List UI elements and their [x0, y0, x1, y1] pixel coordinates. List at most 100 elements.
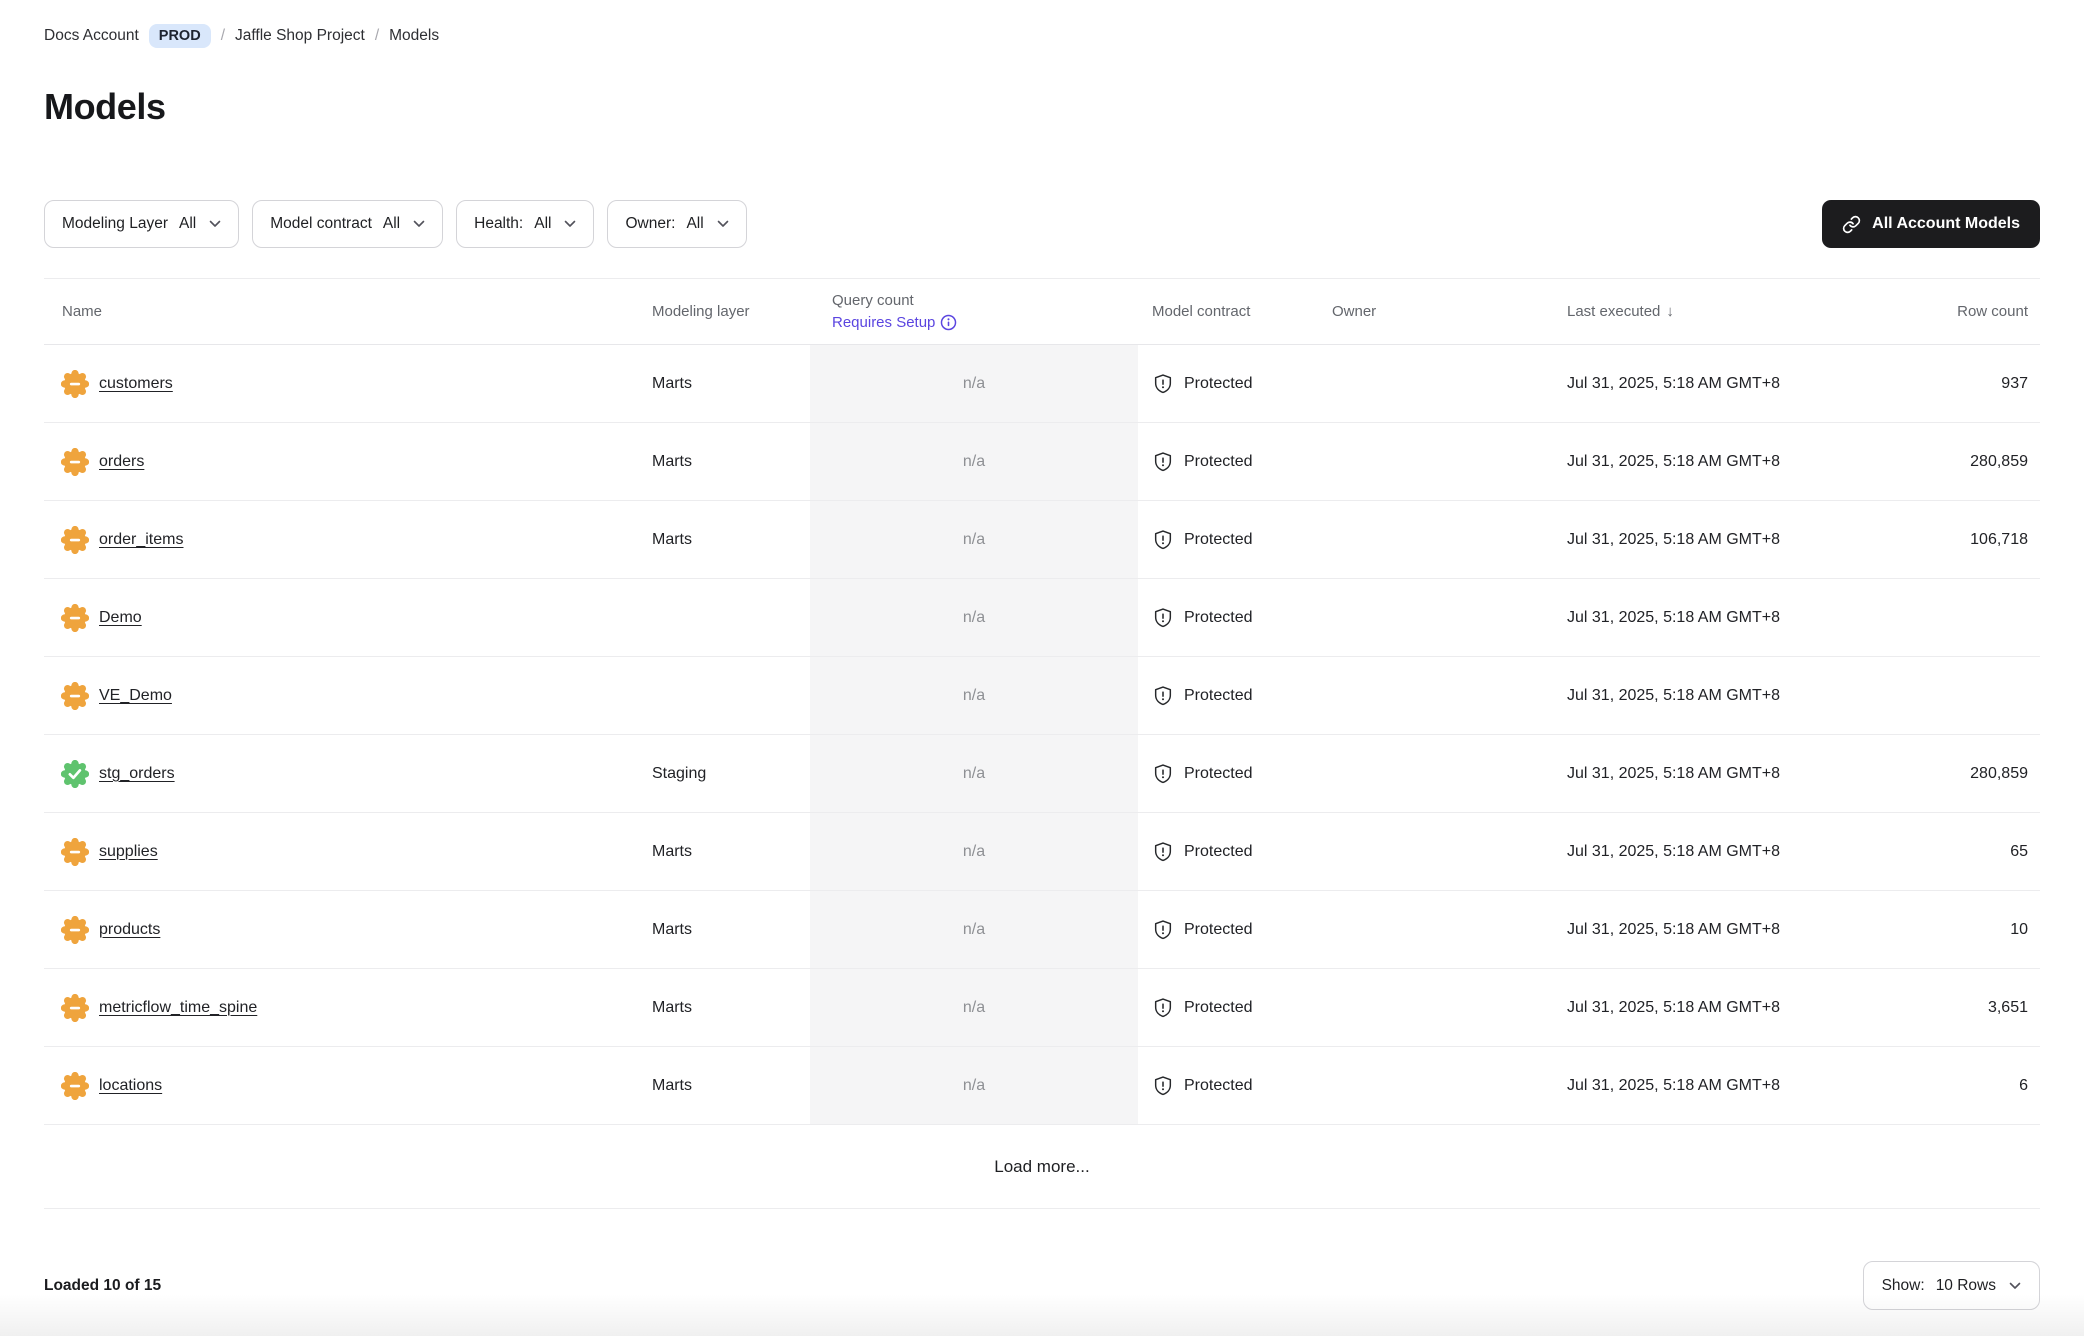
model-contract-label: Protected	[1184, 531, 1252, 549]
model-contract-cell: Protected	[1138, 451, 1318, 473]
modeling-layer-filter[interactable]: Modeling Layer All	[44, 200, 239, 248]
show-rows-value: 10 Rows	[1936, 1277, 1996, 1295]
model-contract-label: Protected	[1184, 453, 1252, 471]
modeling-layer-value: Marts	[652, 375, 810, 393]
model-name-link[interactable]: products	[99, 921, 160, 939]
column-header-model-contract[interactable]: Model contract	[1138, 303, 1318, 320]
model-contract-cell: Protected	[1138, 841, 1318, 863]
model-contract-label: Protected	[1184, 843, 1252, 861]
model-contract-label: Protected	[1184, 921, 1252, 939]
name-cell: orders	[44, 448, 652, 476]
model-contract-cell: Protected	[1138, 919, 1318, 941]
filter-bar: Modeling Layer All Model contract All He…	[44, 200, 2040, 248]
info-icon	[940, 314, 957, 331]
model-name-link[interactable]: stg_orders	[99, 765, 175, 783]
table-row: order_items Marts n/a Protected Jul 31, …	[44, 501, 2040, 579]
filter-value: All	[534, 215, 551, 233]
model-contract-cell: Protected	[1138, 997, 1318, 1019]
query-count-value: n/a	[810, 813, 1138, 890]
column-header-last-executed[interactable]: Last executed ↓	[1555, 303, 1870, 320]
model-contract-label: Protected	[1184, 1077, 1252, 1095]
query-count-value: n/a	[810, 969, 1138, 1046]
column-header-query-count: Query count Requires Setup	[810, 290, 1138, 334]
model-name-link[interactable]: locations	[99, 1077, 162, 1095]
model-contract-label: Protected	[1184, 609, 1252, 627]
last-executed-value: Jul 31, 2025, 5:18 AM GMT+8	[1555, 843, 1870, 861]
row-count-value: 280,859	[1870, 765, 2040, 783]
table-row: supplies Marts n/a Protected Jul 31, 202…	[44, 813, 2040, 891]
modeling-layer-value: Marts	[652, 1077, 810, 1095]
column-header-name[interactable]: Name	[44, 303, 652, 320]
model-contract-label: Protected	[1184, 765, 1252, 783]
filter-value: All	[383, 215, 400, 233]
shield-icon	[1152, 607, 1174, 629]
model-name-link[interactable]: order_items	[99, 531, 183, 549]
model-health-status-icon	[61, 994, 89, 1022]
model-health-status-icon	[61, 682, 89, 710]
shield-icon	[1152, 373, 1174, 395]
model-name-link[interactable]: supplies	[99, 843, 158, 861]
query-count-value: n/a	[810, 501, 1138, 578]
model-name-link[interactable]: customers	[99, 375, 173, 393]
model-name-link[interactable]: metricflow_time_spine	[99, 999, 257, 1017]
last-executed-value: Jul 31, 2025, 5:18 AM GMT+8	[1555, 687, 1870, 705]
modeling-layer-value: Marts	[652, 999, 810, 1017]
query-count-header-label: Query count	[832, 290, 1138, 312]
chevron-down-icon	[564, 220, 576, 228]
requires-setup-link[interactable]: Requires Setup	[832, 312, 957, 334]
last-executed-value: Jul 31, 2025, 5:18 AM GMT+8	[1555, 531, 1870, 549]
model-contract-cell: Protected	[1138, 607, 1318, 629]
model-contract-filter[interactable]: Model contract All	[252, 200, 443, 248]
last-executed-header-label: Last executed	[1567, 303, 1660, 320]
name-cell: Demo	[44, 604, 652, 632]
filter-value: All	[179, 215, 196, 233]
sort-descending-icon: ↓	[1666, 303, 1674, 320]
breadcrumb-account-link[interactable]: Docs Account	[44, 27, 139, 45]
all-account-models-button[interactable]: All Account Models	[1822, 200, 2040, 248]
loaded-count-text: Loaded 10 of 15	[44, 1277, 161, 1295]
breadcrumb-project-link[interactable]: Jaffle Shop Project	[235, 27, 365, 45]
last-executed-value: Jul 31, 2025, 5:18 AM GMT+8	[1555, 765, 1870, 783]
show-rows-dropdown[interactable]: Show: 10 Rows	[1863, 1261, 2040, 1310]
name-cell: products	[44, 916, 652, 944]
column-header-owner[interactable]: Owner	[1318, 303, 1555, 320]
chevron-down-icon	[413, 220, 425, 228]
load-more-button[interactable]: Load more...	[44, 1125, 2040, 1209]
name-cell: locations	[44, 1072, 652, 1100]
breadcrumb-separator: /	[375, 27, 379, 45]
chevron-down-icon	[2009, 1282, 2021, 1290]
shield-icon	[1152, 1075, 1174, 1097]
row-count-value: 280,859	[1870, 453, 2040, 471]
all-account-models-label: All Account Models	[1872, 215, 2020, 233]
chevron-down-icon	[209, 220, 221, 228]
health-filter[interactable]: Health: All	[456, 200, 594, 248]
models-table: Name Modeling layer Query count Requires…	[44, 278, 2040, 1209]
last-executed-value: Jul 31, 2025, 5:18 AM GMT+8	[1555, 453, 1870, 471]
environment-badge: PROD	[149, 24, 211, 48]
filter-value: All	[686, 215, 703, 233]
row-count-value: 10	[1870, 921, 2040, 939]
filter-label: Model contract	[270, 215, 372, 233]
model-health-status-icon	[61, 526, 89, 554]
model-name-link[interactable]: Demo	[99, 609, 142, 627]
owner-filter[interactable]: Owner: All	[607, 200, 746, 248]
model-health-status-icon	[61, 760, 89, 788]
filter-group: Modeling Layer All Model contract All He…	[44, 200, 747, 248]
model-contract-label: Protected	[1184, 375, 1252, 393]
column-header-row-count[interactable]: Row count	[1870, 303, 2040, 320]
model-contract-label: Protected	[1184, 687, 1252, 705]
column-header-modeling-layer[interactable]: Modeling layer	[652, 303, 810, 320]
last-executed-value: Jul 31, 2025, 5:18 AM GMT+8	[1555, 1077, 1870, 1095]
model-health-status-icon	[61, 916, 89, 944]
model-name-link[interactable]: orders	[99, 453, 144, 471]
filter-label: Owner:	[625, 215, 675, 233]
requires-setup-label: Requires Setup	[832, 312, 935, 334]
query-count-value: n/a	[810, 423, 1138, 500]
breadcrumb-current: Models	[389, 27, 439, 45]
model-name-link[interactable]: VE_Demo	[99, 687, 172, 705]
row-count-value: 65	[1870, 843, 2040, 861]
show-rows-label: Show:	[1882, 1277, 1925, 1295]
name-cell: supplies	[44, 838, 652, 866]
page-title: Models	[44, 86, 2040, 128]
shield-icon	[1152, 997, 1174, 1019]
